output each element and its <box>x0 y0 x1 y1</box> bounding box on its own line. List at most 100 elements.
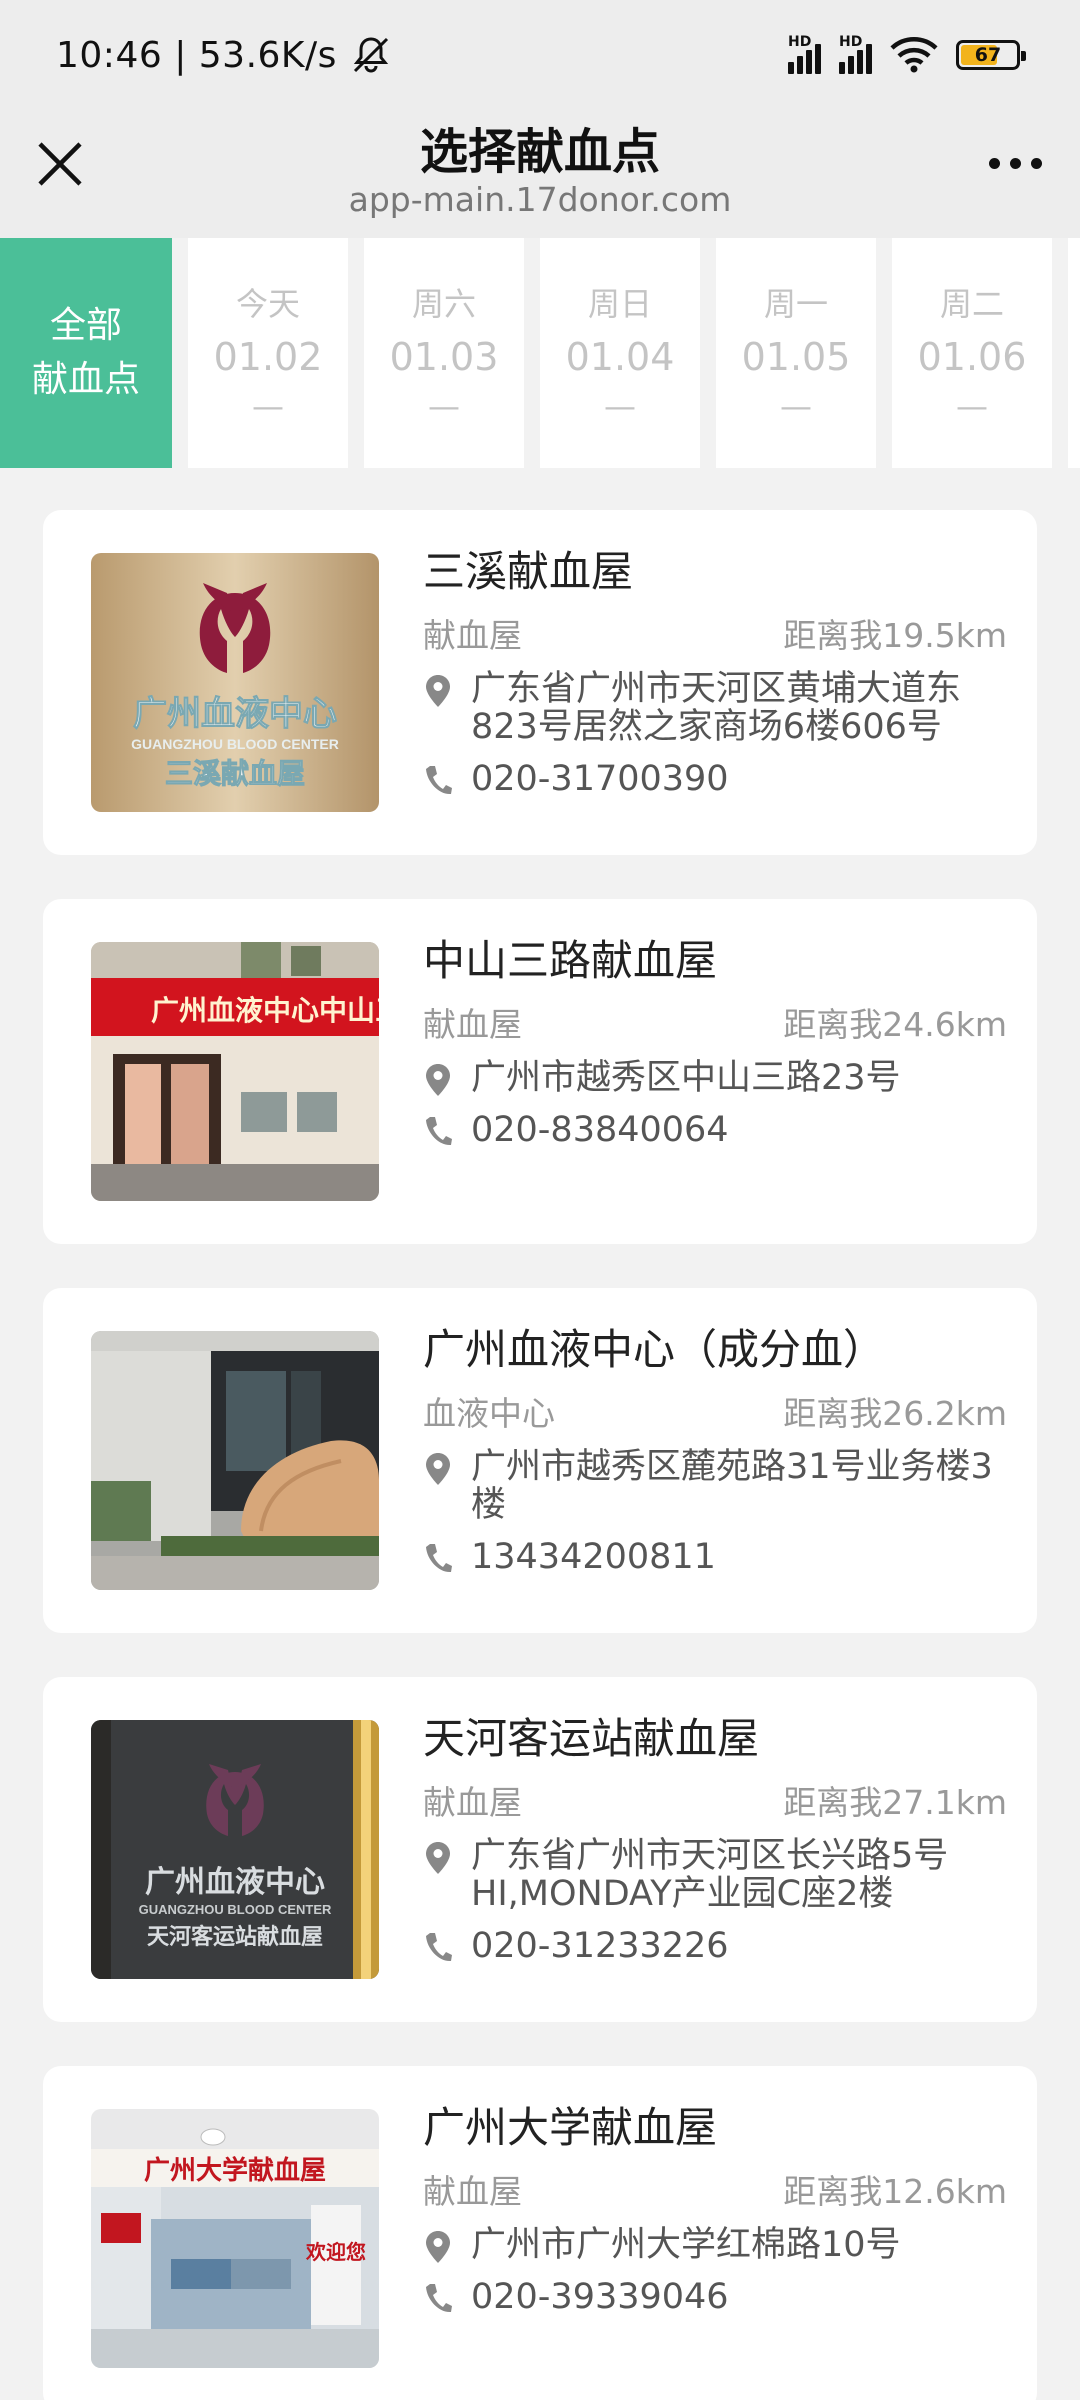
site-card[interactable]: 广州血液中心 GUANGZHOU BLOOD CENTER 天河客运站献血屋 天… <box>43 1677 1037 2022</box>
site-phone: 020-31233226 <box>471 1926 729 1966</box>
status-right: HD HD 67 <box>788 34 1026 74</box>
site-address: 广州市越秀区麓苑路31号业务楼3楼 <box>471 1447 993 1525</box>
date-tabs: 全部 献血点 今天 01.02 — 周六 01.03 — 周日 01.04 — … <box>0 238 1080 468</box>
location-pin-icon <box>426 1453 450 1485</box>
site-type: 献血屋 <box>423 1783 522 1822</box>
tab-weekday: 周六 <box>411 285 476 323</box>
tab-weekday: 周一 <box>763 285 828 323</box>
site-name: 广州血液中心（成分血） <box>423 1325 886 1374</box>
tab-status: — <box>956 387 988 425</box>
tab-day[interactable]: 周二 01.06 — <box>892 238 1052 468</box>
signal-hd-icon: HD <box>839 34 872 74</box>
site-phone: 020-39339046 <box>471 2277 729 2317</box>
site-address-row: 广州市广州大学红棉路10号 <box>423 2226 1007 2264</box>
tab-date: 01.03 <box>389 335 499 379</box>
tab-status: — <box>428 387 460 425</box>
photo-caption-sub: 欢迎您 <box>305 2240 366 2264</box>
tab-day[interactable]: 周一 01.05 — <box>716 238 876 468</box>
site-phone: 020-83840064 <box>471 1110 729 1150</box>
site-distance: 距离我27.1km <box>783 1783 1007 1822</box>
location-pin-icon <box>426 675 450 707</box>
site-phone: 13434200811 <box>471 1537 716 1577</box>
phone-icon <box>426 1544 452 1573</box>
site-type: 献血屋 <box>423 2172 522 2211</box>
location-pin-icon <box>426 2231 450 2263</box>
site-photo: 广州大学献血屋 欢迎您 <box>91 2109 379 2368</box>
site-name: 广州大学献血屋 <box>423 2103 718 2152</box>
site-meta: 献血屋 距离我19.5km <box>423 612 1007 660</box>
site-photo-image: 广州血液中心 GUANGZHOU BLOOD CENTER 天河客运站献血屋 <box>91 1720 379 1979</box>
site-address: 广州市越秀区中山三路23号 <box>471 1058 901 1098</box>
site-card[interactable]: 广州血液中心 GUANGZHOU BLOOD CENTER 三溪献血屋 三溪献血… <box>43 510 1037 855</box>
phone-icon <box>426 2284 452 2313</box>
status-time-speed: 10:46 | 53.6K/s <box>56 34 337 76</box>
site-distance: 距离我12.6km <box>783 2172 1007 2211</box>
site-address: 广东省广州市天河区长兴路5号HI,MONDAY产业园C座2楼 <box>471 1836 949 1914</box>
phone-icon <box>426 1117 452 1146</box>
tab-day[interactable]: 周日 01.04 — <box>540 238 700 468</box>
site-card[interactable]: 广州血液中心中山三 中山三路献血屋 献血屋 距离我24.6km 广州市越秀区中山… <box>43 899 1037 1244</box>
site-phone-row[interactable]: 020-39339046 <box>423 2278 1007 2316</box>
site-address-row: 广东省广州市天河区长兴路5号HI,MONDAY产业园C座2楼 <box>423 1837 1007 1913</box>
photo-caption-sub: 天河客运站献血屋 <box>147 1924 323 1949</box>
tab-day[interactable]: 周六 01.03 — <box>364 238 524 468</box>
phone-icon <box>426 1933 452 1962</box>
tab-status: — <box>780 387 812 425</box>
tab-weekday: 周日 <box>587 285 652 323</box>
tab-day-partial[interactable] <box>1068 238 1080 468</box>
site-name: 三溪献血屋 <box>423 547 634 596</box>
mute-bell-icon <box>353 37 389 73</box>
nav-bar: 选择献血点 app-main.17donor.com <box>0 110 1080 238</box>
battery-level: 67 <box>974 44 1002 66</box>
site-name: 天河客运站献血屋 <box>423 1714 760 1763</box>
site-phone-row[interactable]: 020-31233226 <box>423 1927 1007 1965</box>
wifi-icon <box>890 37 938 73</box>
page-title: 选择献血点 <box>419 124 660 180</box>
site-meta: 血液中心 距离我26.2km <box>423 1390 1007 1438</box>
photo-caption-main: 广州血液中心中山三 <box>151 994 379 1026</box>
location-pin-icon <box>426 1842 450 1874</box>
site-distance: 距离我24.6km <box>783 1005 1007 1044</box>
tab-all-line2: 献血点 <box>31 359 140 400</box>
site-name: 中山三路献血屋 <box>423 936 718 985</box>
location-pin-icon <box>426 1064 450 1096</box>
tab-weekday: 周二 <box>939 285 1004 323</box>
tab-date: 01.04 <box>565 335 675 379</box>
site-phone: 020-31700390 <box>471 759 729 799</box>
status-left: 10:46 | 53.6K/s <box>56 33 393 77</box>
site-card[interactable]: 广州大学献血屋 欢迎您 广州大学献血屋 献血屋 距离我12.6km 广州市广州大… <box>43 2066 1037 2400</box>
site-photo-image: 广州大学献血屋 欢迎您 <box>91 2109 379 2368</box>
tab-status: — <box>604 387 636 425</box>
site-address: 广州市广州大学红棉路10号 <box>471 2225 901 2265</box>
site-photo-image: 广州血液中心 GUANGZHOU BLOOD CENTER 三溪献血屋 <box>91 553 379 812</box>
site-meta: 献血屋 距离我12.6km <box>423 2168 1007 2216</box>
site-meta: 献血屋 距离我24.6km <box>423 1001 1007 1049</box>
tab-day[interactable]: 今天 01.02 — <box>188 238 348 468</box>
site-phone-row[interactable]: 13434200811 <box>423 1538 1007 1576</box>
site-photo: 广州血液中心 GUANGZHOU BLOOD CENTER 三溪献血屋 <box>91 553 379 812</box>
photo-caption-en: GUANGZHOU BLOOD CENTER <box>139 1902 332 1917</box>
more-button[interactable] <box>980 138 1050 188</box>
site-info: 三溪献血屋 献血屋 距离我19.5km 广东省广州市天河区黄埔大道东823号居然… <box>423 544 1007 798</box>
phone-icon <box>426 766 452 795</box>
site-address: 广东省广州市天河区黄埔大道东823号居然之家商场6楼606号 <box>471 669 962 747</box>
site-info: 中山三路献血屋 献血屋 距离我24.6km 广州市越秀区中山三路23号 020-… <box>423 933 1007 1149</box>
site-card[interactable]: 广州血液中心（成分血） 血液中心 距离我26.2km 广州市越秀区麓苑路31号业… <box>43 1288 1037 1633</box>
photo-caption-en: GUANGZHOU BLOOD CENTER <box>131 736 339 752</box>
site-type: 献血屋 <box>423 616 522 655</box>
site-type: 献血屋 <box>423 1005 522 1044</box>
photo-caption-main: 广州大学献血屋 <box>144 2155 326 2185</box>
tab-all-line1: 全部 <box>49 305 122 346</box>
site-phone-row[interactable]: 020-31700390 <box>423 760 1007 798</box>
site-photo: 广州血液中心中山三 <box>91 942 379 1201</box>
site-phone-row[interactable]: 020-83840064 <box>423 1111 1007 1149</box>
site-info: 广州大学献血屋 献血屋 距离我12.6km 广州市广州大学红棉路10号 020-… <box>423 2100 1007 2316</box>
photo-caption-main: 广州血液中心 <box>133 695 337 733</box>
more-icon-dot <box>988 157 1000 169</box>
site-address-row: 广东省广州市天河区黄埔大道东823号居然之家商场6楼606号 <box>423 670 1007 746</box>
site-photo: 广州血液中心 GUANGZHOU BLOOD CENTER 天河客运站献血屋 <box>91 1720 379 1979</box>
more-icon-dot <box>1009 157 1021 169</box>
tab-date: 01.05 <box>741 335 851 379</box>
tab-date: 01.02 <box>213 335 323 379</box>
tab-all-sites[interactable]: 全部 献血点 <box>0 238 172 468</box>
